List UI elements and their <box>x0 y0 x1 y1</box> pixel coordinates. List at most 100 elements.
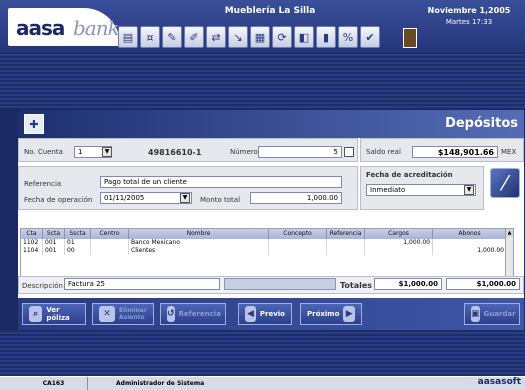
proximo-label: Próximo <box>307 310 340 318</box>
total-abonos: $1,000.00 <box>446 278 520 290</box>
fecha-acreditacion-label: Fecha de acreditación <box>366 171 453 179</box>
referencia-button[interactable]: ↺ Referencia <box>160 303 226 325</box>
table-cell: 1,000.00 <box>365 239 433 247</box>
decorative-band-top <box>0 52 525 108</box>
table-row[interactable]: 1104 001 00 Clientes 1,000.00 <box>21 247 513 255</box>
account-number: 49816610-1 <box>148 148 202 157</box>
chart-curve-icon[interactable]: ⁄ <box>490 168 520 198</box>
table-cell <box>327 247 365 255</box>
column-header[interactable]: Referencia <box>327 229 365 239</box>
column-header[interactable]: Cta <box>21 229 43 239</box>
table-cell <box>433 239 507 247</box>
coins-icon[interactable]: ¤ <box>140 26 160 48</box>
fecha-operacion-label: Fecha de operación <box>24 196 93 204</box>
date-display: Noviembre 1,2005 Martes 17:33 <box>419 6 519 26</box>
totals-spacer <box>224 278 336 290</box>
decorative-band-bottom <box>0 330 525 376</box>
transfer-icon[interactable]: ⇄ <box>206 26 226 48</box>
table-cell: 1102 <box>21 239 43 247</box>
ver-poliza-button[interactable]: ⌕ Ver póliza <box>22 303 86 325</box>
header: aasa bank Mueblería La Silla Noviembre 1… <box>0 0 525 52</box>
eliminar-icon: ✕ <box>99 306 115 322</box>
table-cell: Banco Mexicano <box>129 239 269 247</box>
column-header[interactable]: Nombre <box>129 229 269 239</box>
logo: aasa bank <box>8 8 120 46</box>
table-cell <box>269 239 327 247</box>
calendar-icon[interactable]: ▦ <box>250 26 270 48</box>
magnifier-icon: ⌕ <box>29 306 43 322</box>
sync-icon[interactable]: ⟳ <box>272 26 292 48</box>
referencia-input[interactable]: Pago total de un cliente <box>100 176 342 188</box>
time-text: Martes 17:33 <box>445 18 493 26</box>
table-cell: 1104 <box>21 247 43 255</box>
arrow-right-icon: ▶ <box>343 306 355 322</box>
folder-icon[interactable]: ◧ <box>294 26 314 48</box>
fecha-acreditacion-select[interactable]: Inmediato <box>366 184 476 196</box>
no-cuenta-label: No. Cuenta <box>24 148 63 156</box>
column-header[interactable]: Centro <box>91 229 129 239</box>
status-code: CA163 <box>20 377 88 390</box>
table-cell: Clientes <box>129 247 269 255</box>
document-icon[interactable]: ▤ <box>118 26 138 48</box>
status-user: Administrador de Sistema <box>116 380 205 387</box>
table-cell: 001 <box>43 247 65 255</box>
table-cell: 01 <box>65 239 91 247</box>
percent-icon[interactable]: % <box>338 26 358 48</box>
fecha-operacion-input[interactable]: 01/11/2005 <box>100 192 192 204</box>
numero-input[interactable]: 5 <box>258 146 342 158</box>
descripcion-input[interactable]: Factura 25 <box>64 278 220 290</box>
column-header[interactable]: Abonos <box>433 229 507 239</box>
column-header[interactable]: Concepto <box>269 229 327 239</box>
action-bar: ⌕ Ver póliza ✕ Eliminar Asiento ↺ Refere… <box>18 298 524 330</box>
currency-label: MEX <box>501 148 517 156</box>
referencia-icon: ↺ <box>167 306 175 322</box>
app-window: aasa bank Mueblería La Silla Noviembre 1… <box>0 0 525 390</box>
eliminar-label-line2: Asiento <box>119 314 145 321</box>
guardar-label: Guardar <box>483 310 516 318</box>
calendar-dropdown-icon[interactable]: ▼ <box>180 193 190 203</box>
save-icon: ▣ <box>471 306 480 322</box>
table-header: Cta Scta Sscta Centro Nombre Concepto Re… <box>21 229 513 239</box>
table-cell: 00 <box>65 247 91 255</box>
table-cell <box>365 247 433 255</box>
column-header[interactable]: Cargos <box>365 229 433 239</box>
previo-button[interactable]: ◀ Previo <box>238 303 292 325</box>
referencia-label: Referencia <box>178 310 221 318</box>
status-bar: CA163 Administrador de Sistema aasasoft <box>0 376 525 390</box>
chevron-down-icon[interactable]: ▼ <box>464 185 474 195</box>
deposit-title-icon: ✚ <box>24 114 44 134</box>
table-cell <box>269 247 327 255</box>
book-icon[interactable]: ▮ <box>316 26 336 48</box>
saldo-value: $148,901.66 <box>412 146 498 158</box>
numero-checkbox[interactable] <box>344 147 354 157</box>
page-title: Depósitos <box>445 116 518 131</box>
checklist-icon[interactable]: ✔ <box>360 26 380 48</box>
column-header[interactable]: Sscta <box>65 229 91 239</box>
logo-text-aasa: aasa <box>16 16 65 40</box>
status-brand: aasasoft <box>477 377 521 387</box>
monto-total-input[interactable]: 1,000.00 <box>250 192 342 204</box>
arrow-left-icon: ◀ <box>245 306 256 322</box>
previo-label: Previo <box>259 310 285 318</box>
column-header[interactable]: Scta <box>43 229 65 239</box>
table-cell <box>91 239 129 247</box>
pencil-icon[interactable]: ✐ <box>184 26 204 48</box>
table-row[interactable]: 1102 001 01 Banco Mexicano 1,000.00 <box>21 239 513 247</box>
proximo-button[interactable]: Próximo ▶ <box>300 303 362 325</box>
deposit-icon[interactable]: ↘ <box>228 26 248 48</box>
logo-text-bank: bank <box>73 16 120 40</box>
main-toolbar: ▤ ¤ ✎ ✐ ⇄ ↘ ▦ ⟳ ◧ ▮ % ✔ <box>118 26 380 52</box>
table-cell <box>91 247 129 255</box>
monto-total-label: Monto total <box>200 196 241 204</box>
company-name: Mueblería La Silla <box>224 6 316 16</box>
scroll-up-icon[interactable]: ▲ <box>506 229 513 237</box>
title-bar: ✚ Depósitos <box>18 110 524 138</box>
guardar-button[interactable]: ▣ Guardar <box>464 303 520 325</box>
chevron-down-icon[interactable]: ▼ <box>102 147 112 157</box>
tools-icon[interactable]: ✎ <box>162 26 182 48</box>
eliminar-asiento-button[interactable]: ✕ Eliminar Asiento <box>92 303 154 325</box>
table-cell: 1,000.00 <box>433 247 507 255</box>
eliminar-label-line1: Eliminar <box>119 307 147 314</box>
saldo-label: Saldo real <box>366 148 401 156</box>
exit-door-icon[interactable] <box>403 28 417 48</box>
